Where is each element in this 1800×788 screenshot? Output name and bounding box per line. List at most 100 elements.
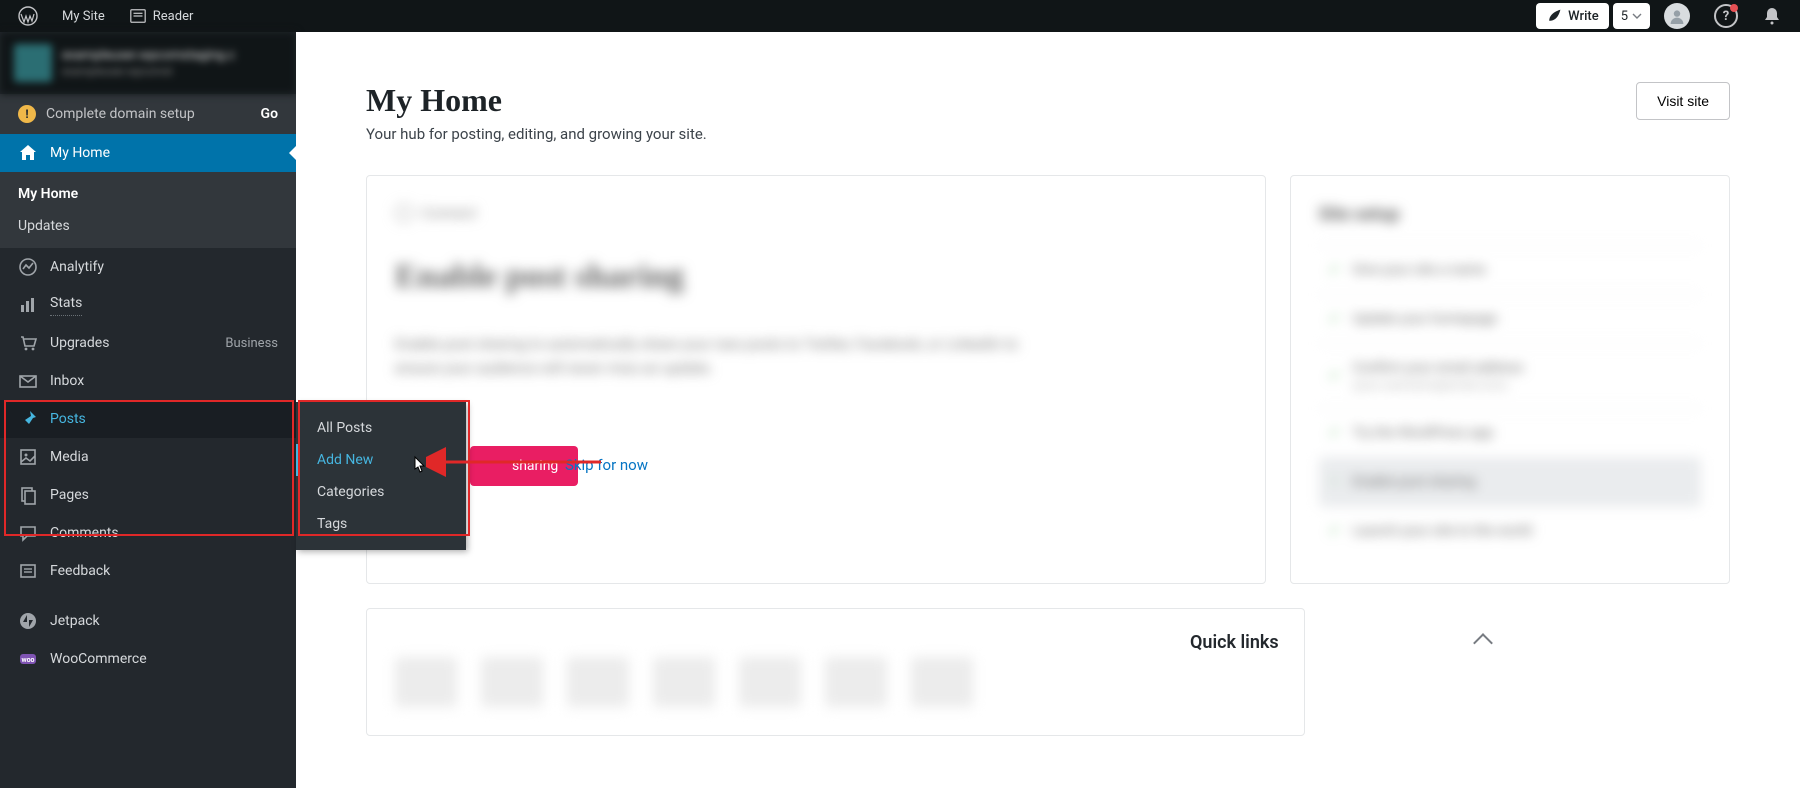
flyout-tags[interactable]: Tags — [296, 508, 466, 540]
menu-label: Feedback — [50, 563, 110, 579]
leaf-icon — [1546, 8, 1562, 24]
submenu-updates[interactable]: Updates — [0, 210, 296, 242]
placeholder-block — [825, 657, 887, 707]
sidebar-item-pages[interactable]: Pages — [0, 476, 296, 514]
avatar-icon — [1664, 3, 1690, 29]
placeholder-card — [366, 608, 1305, 736]
setup-item[interactable]: ✓Update your homepage — [1319, 294, 1702, 343]
write-button[interactable]: Write — [1536, 3, 1609, 29]
sidebar-item-comments[interactable]: Comments — [0, 514, 296, 552]
pages-icon — [18, 485, 38, 505]
help-button[interactable]: ? — [1704, 0, 1748, 32]
check-icon: ✓ — [1327, 425, 1343, 441]
plan-label: Business — [225, 336, 278, 351]
jetpack-icon — [18, 611, 38, 631]
menu-label: Comments — [50, 525, 119, 541]
sidebar-item-feedback[interactable]: Feedback — [0, 552, 296, 590]
notification-count[interactable]: 5 — [1613, 3, 1650, 29]
card-body: Enable post sharing to automatically sha… — [395, 332, 1055, 380]
menu-label: My Home — [50, 145, 110, 161]
sidebar-item-woocommerce[interactable]: woo WooCommerce — [0, 640, 296, 678]
flyout-all-posts[interactable]: All Posts — [296, 412, 466, 444]
main-content: My Home Your hub for posting, editing, a… — [296, 32, 1800, 788]
visit-site-button[interactable]: Visit site — [1636, 82, 1730, 120]
reader-icon — [129, 7, 147, 25]
menu-label: Upgrades — [50, 335, 109, 351]
page-header: My Home Your hub for posting, editing, a… — [366, 82, 1730, 143]
reader-link[interactable]: Reader — [119, 0, 204, 32]
step-label: Connect — [421, 204, 477, 222]
cards-row: Connect Enable post sharing Enable post … — [366, 175, 1730, 584]
quicklinks-label: Quick links — [1190, 632, 1279, 653]
site-name: exampleuser.wpcomstaging.c — [62, 48, 235, 63]
flyout-categories[interactable]: Categories — [296, 476, 466, 508]
reader-label: Reader — [153, 9, 194, 24]
menu-label: Posts — [50, 411, 86, 427]
placeholder-block — [911, 657, 973, 707]
pin-icon — [18, 409, 38, 429]
sidebar-item-media[interactable]: Media — [0, 438, 296, 476]
menu-label: Stats — [50, 295, 82, 316]
admin-topbar: My Site Reader Write 5 ? — [0, 0, 1800, 32]
setup-item[interactable]: ✓Confirm your email address(your-usernam… — [1319, 343, 1702, 408]
blurred-setup-content: Site setup ✓Give your site a name ✓Updat… — [1319, 204, 1702, 555]
sidebar-item-upgrades[interactable]: Upgrades Business — [0, 324, 296, 362]
chevron-down-icon — [1632, 11, 1642, 21]
topbar-left: My Site Reader — [8, 0, 203, 32]
wp-logo[interactable] — [8, 0, 48, 32]
domain-setup-row[interactable]: ! Complete domain setup Go — [0, 94, 296, 134]
cart-icon — [18, 333, 38, 353]
check-icon: ✓ — [1327, 262, 1343, 278]
sidebar-item-stats[interactable]: Stats — [0, 286, 296, 324]
card-title: Enable post sharing — [395, 258, 1237, 296]
myhome-submenu: My Home Updates — [0, 172, 296, 248]
sidebar-item-myhome[interactable]: My Home — [0, 134, 296, 172]
go-link[interactable]: Go — [261, 106, 278, 122]
setup-item[interactable]: ✓Launch your site to the world — [1319, 506, 1702, 555]
menu-label: Media — [50, 449, 89, 465]
sidebar-item-inbox[interactable]: Inbox — [0, 362, 296, 400]
quick-links-header[interactable]: Quick links — [1190, 632, 1490, 653]
media-icon — [18, 447, 38, 467]
my-site-link[interactable]: My Site — [52, 0, 115, 32]
setup-title: Site setup — [1319, 204, 1702, 225]
menu-label: Pages — [50, 487, 89, 503]
sidebar-item-analytify[interactable]: Analytify — [0, 248, 296, 286]
flyout-add-new[interactable]: Add New — [296, 444, 466, 476]
mail-icon — [18, 371, 38, 391]
onboarding-card: Connect Enable post sharing Enable post … — [366, 175, 1266, 584]
wordpress-icon — [18, 6, 38, 26]
sidebar-item-posts[interactable]: Posts — [0, 400, 296, 438]
sidebar-item-jetpack[interactable]: Jetpack — [0, 602, 296, 640]
page-subtitle: Your hub for posting, editing, and growi… — [366, 125, 707, 143]
check-icon: ✓ — [1327, 311, 1343, 327]
setup-item[interactable]: ✓Give your site a name — [1319, 245, 1702, 294]
site-switcher[interactable]: exampleuser.wpcomstaging.c exampleuser.w… — [0, 32, 296, 94]
setup-item[interactable]: ✓Try the WordPress app — [1319, 408, 1702, 457]
user-avatar[interactable] — [1654, 0, 1700, 32]
button-label: sharing — [512, 458, 558, 474]
warning-icon: ! — [18, 105, 36, 123]
menu-label: Analytify — [50, 259, 104, 275]
svg-text:woo: woo — [21, 656, 34, 664]
topbar-right: Write 5 ? — [1536, 0, 1792, 32]
my-site-label: My Site — [62, 9, 105, 24]
notification-dot — [1730, 4, 1738, 12]
bell-icon — [1762, 6, 1782, 26]
skip-link[interactable]: Skip for now — [565, 456, 648, 474]
menu-label: WooCommerce — [50, 651, 147, 667]
write-label: Write — [1568, 9, 1599, 24]
placeholder-block — [481, 657, 543, 707]
placeholder-block — [395, 657, 457, 707]
bell-button[interactable] — [1752, 0, 1792, 32]
menu-label: Jetpack — [50, 613, 100, 629]
help-icon: ? — [1714, 4, 1738, 28]
comment-icon — [18, 523, 38, 543]
setup-item-active[interactable]: •Enable post sharing — [1319, 457, 1702, 506]
placeholder-block — [653, 657, 715, 707]
placeholder-block — [567, 657, 629, 707]
submenu-myhome[interactable]: My Home — [0, 178, 296, 210]
step-circle-icon — [395, 204, 413, 222]
site-url: exampleuser.wpcomst — [62, 65, 235, 78]
enable-sharing-button[interactable]: sharing — [470, 446, 578, 486]
